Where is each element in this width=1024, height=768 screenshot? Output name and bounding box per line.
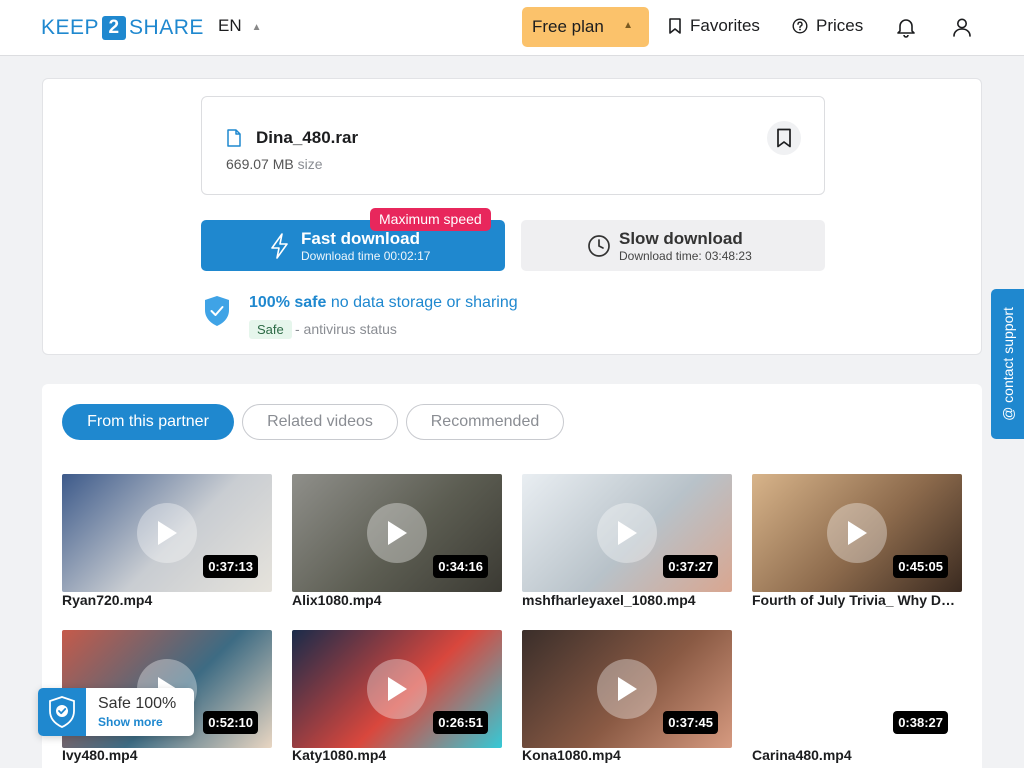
video-title[interactable]: Katy1080.mp4 [292,747,502,763]
logo-text-left: KEEP [41,16,100,39]
chevron-up-icon: ▲ [623,20,633,31]
free-plan-button[interactable]: Free plan ▲ [522,7,649,47]
play-icon [827,503,887,563]
fast-download-time: Download time 00:02:17 [301,249,431,263]
slow-download-time: Download time: 03:48:23 [619,249,752,263]
shield-check-icon [49,696,75,728]
plan-label: Free plan [532,17,604,36]
safe-widget-title: Safe 100% [98,695,177,712]
favorites-label: Favorites [690,16,760,35]
file-icon [227,129,241,147]
logo-text-right: SHARE [129,16,204,39]
video-title[interactable]: Ivy480.mp4 [62,747,272,763]
notifications-button[interactable] [893,14,919,40]
show-more-link[interactable]: Show more [98,715,163,729]
video-title[interactable]: Carina480.mp4 [752,747,962,763]
video-thumbnail[interactable]: 0:26:51 [292,630,502,748]
video-duration: 0:52:10 [203,711,258,734]
video-duration: 0:38:27 [893,711,948,734]
video-thumbnail[interactable]: 0:38:27 [752,630,962,748]
fast-download-title: Fast download [301,229,420,248]
play-icon [137,503,197,563]
video-title[interactable]: Alix1080.mp4 [292,592,502,608]
clock-icon [588,235,610,257]
file-size: 669.07 MB size [226,156,323,172]
video-title[interactable]: Kona1080.mp4 [522,747,732,763]
bookmark-icon [777,128,791,148]
play-icon [597,659,657,719]
safety-rest: no data storage or sharing [330,294,518,311]
video-thumbnail[interactable]: 0:37:45 [522,630,732,748]
file-size-label: size [297,156,323,172]
play-icon [597,503,657,563]
prices-link[interactable]: Prices [792,16,863,36]
contact-support-tab[interactable]: @ contact support [991,289,1024,439]
lightning-icon [271,233,288,259]
video-duration: 0:45:05 [893,555,948,578]
video-duration: 0:37:13 [203,555,258,578]
tab-recommended[interactable]: Recommended [406,404,564,440]
safety-bold: 100% safe [249,294,327,311]
language-label: EN [218,16,242,35]
video-duration: 0:37:27 [663,555,718,578]
site-logo[interactable]: KEEP 2 SHARE [41,16,204,40]
video-duration: 0:26:51 [433,711,488,734]
maximum-speed-badge: Maximum speed [370,208,491,231]
tab-from-this-partner[interactable]: From this partner [62,404,234,440]
safe-widget-icon-area [38,688,86,736]
language-selector[interactable]: EN ▲ [218,16,262,36]
video-thumbnail[interactable]: 0:45:05 [752,474,962,592]
safety-statement: 100% safe no data storage or sharing [249,294,518,312]
bookmark-icon [669,18,681,34]
download-card: Dina_480.rar 669.07 MB size Fast downloa… [42,78,982,355]
video-thumbnail[interactable]: 0:37:13 [62,474,272,592]
account-button[interactable] [949,14,975,40]
file-info-box: Dina_480.rar 669.07 MB size [201,96,825,195]
chevron-up-icon: ▲ [251,21,262,33]
video-title[interactable]: mshfharleyaxel_1080.mp4 [522,592,732,608]
play-icon [367,659,427,719]
top-header: KEEP 2 SHARE EN ▲ Free plan ▲ Favorites … [0,0,1024,56]
video-thumbnail[interactable]: 0:37:27 [522,474,732,592]
slow-download-button[interactable]: Slow download Download time: 03:48:23 [521,220,825,271]
user-icon [953,18,971,37]
antivirus-status-label: - antivirus status [295,321,397,337]
slow-download-title: Slow download [619,229,743,248]
video-thumbnail[interactable]: 0:34:16 [292,474,502,592]
video-title[interactable]: Ryan720.mp4 [62,592,272,608]
bell-icon [897,19,915,38]
safe-widget[interactable]: Safe 100% Show more [38,688,194,736]
antivirus-status-badge: Safe [249,320,292,339]
play-icon [367,503,427,563]
prices-label: Prices [816,16,864,35]
help-circle-icon [792,18,808,34]
favorites-link[interactable]: Favorites [668,16,760,36]
shield-check-icon [205,296,229,326]
video-duration: 0:34:16 [433,555,488,578]
logo-text-number: 2 [102,16,127,40]
tab-related-videos[interactable]: Related videos [242,404,398,440]
contact-support-label: @ contact support [999,307,1016,421]
add-to-favorites-button[interactable] [767,121,801,155]
file-size-value: 669.07 MB [226,156,294,172]
video-duration: 0:37:45 [663,711,718,734]
file-name: Dina_480.rar [256,128,359,147]
video-title[interactable]: Fourth of July Trivia_ Why Do You Celebr… [752,592,962,608]
